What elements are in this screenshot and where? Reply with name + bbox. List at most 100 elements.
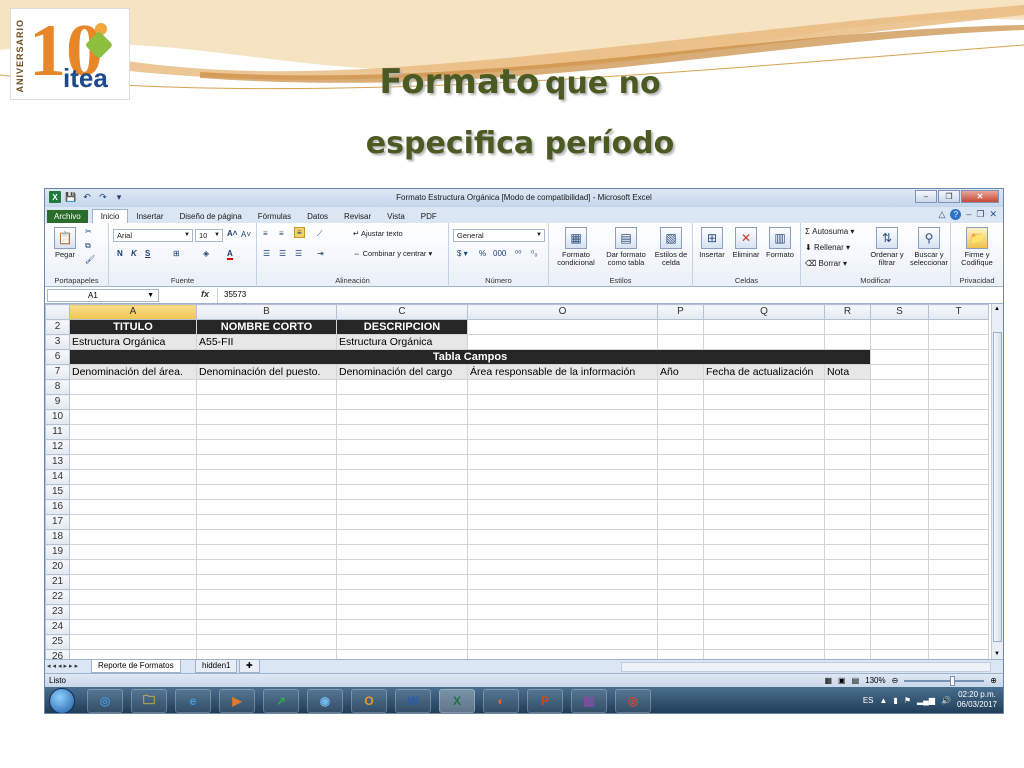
cell[interactable] <box>69 544 197 560</box>
cell[interactable] <box>824 469 871 485</box>
zoom-level[interactable]: 130% <box>865 676 885 685</box>
cell[interactable] <box>196 394 337 410</box>
cell[interactable] <box>657 634 704 650</box>
cell[interactable] <box>824 394 871 410</box>
cell[interactable] <box>336 619 468 635</box>
cell[interactable] <box>928 379 989 395</box>
volume-icon[interactable]: 🔊 <box>941 696 951 705</box>
cell[interactable] <box>870 484 929 500</box>
cell[interactable] <box>870 649 929 659</box>
cell[interactable] <box>467 619 658 635</box>
underline-button[interactable]: S <box>145 249 150 258</box>
cell[interactable] <box>928 394 989 410</box>
cell-field-cargo[interactable]: Denominación del cargo <box>336 364 468 380</box>
tab-vista[interactable]: Vista <box>379 210 413 223</box>
cell[interactable] <box>703 574 825 590</box>
cell[interactable] <box>928 424 989 440</box>
cell[interactable] <box>703 409 825 425</box>
cell[interactable] <box>336 469 468 485</box>
column-header[interactable]: B <box>196 304 337 320</box>
cell[interactable] <box>703 439 825 455</box>
cell[interactable] <box>928 409 989 425</box>
name-box-dropdown-icon[interactable]: ▼ <box>147 290 154 301</box>
cell[interactable] <box>196 484 337 500</box>
cell[interactable] <box>824 379 871 395</box>
cell[interactable] <box>467 514 658 530</box>
cell[interactable] <box>928 634 989 650</box>
doc-minimize-icon[interactable]: – <box>966 209 971 220</box>
cell[interactable] <box>657 469 704 485</box>
cell[interactable] <box>196 454 337 470</box>
cell-field-area-responsable[interactable]: Área responsable de la información <box>467 364 658 380</box>
tray-expand-icon[interactable]: ▲ <box>880 696 888 705</box>
number-format-select[interactable]: General ▼ <box>453 229 545 242</box>
conditional-format-button[interactable]: ▦ Formato condicional <box>551 227 601 267</box>
cell[interactable] <box>928 484 989 500</box>
sort-filter-button[interactable]: ⇅ Ordenar y filtrar <box>867 227 907 267</box>
cell[interactable] <box>657 424 704 440</box>
cell[interactable] <box>703 514 825 530</box>
cell[interactable] <box>870 364 929 380</box>
thousands-icon[interactable]: 000 <box>493 249 506 258</box>
align-bottom-icon[interactable]: ≡ <box>294 227 305 238</box>
cell[interactable] <box>657 559 704 575</box>
cell[interactable] <box>467 454 658 470</box>
cell[interactable] <box>870 409 929 425</box>
cell[interactable] <box>467 484 658 500</box>
sheet-tab-reporte[interactable]: Reporte de Formatos <box>91 660 181 673</box>
borders-icon[interactable]: ⊞ <box>173 249 180 258</box>
clear-button[interactable]: ⌫ Borrar ▾ <box>805 259 847 268</box>
cell[interactable] <box>870 544 929 560</box>
cell[interactable] <box>69 619 197 635</box>
cell[interactable] <box>870 604 929 620</box>
cell[interactable] <box>69 439 197 455</box>
row-header[interactable]: 19 <box>45 544 70 560</box>
wifi-icon[interactable]: ◉ <box>307 689 343 713</box>
cell[interactable] <box>657 394 704 410</box>
cell[interactable] <box>467 394 658 410</box>
cell-tabla-campos-merged[interactable]: Tabla Campos <box>69 349 871 365</box>
cell[interactable] <box>69 634 197 650</box>
cell[interactable] <box>196 529 337 545</box>
cell[interactable] <box>467 499 658 515</box>
cell[interactable] <box>657 544 704 560</box>
new-sheet-icon[interactable]: ✚ <box>239 660 260 673</box>
cell[interactable] <box>196 574 337 590</box>
cell[interactable] <box>467 379 658 395</box>
row-header[interactable]: 24 <box>45 619 70 635</box>
row-header[interactable]: 16 <box>45 499 70 515</box>
scroll-up-icon[interactable]: ▲ <box>994 306 1000 312</box>
tab-datos[interactable]: Datos <box>299 210 336 223</box>
cut-icon[interactable]: ✂ <box>85 227 92 236</box>
column-header[interactable]: R <box>824 304 871 320</box>
cell[interactable] <box>928 349 989 365</box>
fill-button[interactable]: ⬇ Rellenar ▾ <box>805 243 850 252</box>
row-header[interactable]: 13 <box>45 454 70 470</box>
row-header[interactable]: 9 <box>45 394 70 410</box>
cell[interactable] <box>336 439 468 455</box>
tab-inicio[interactable]: Inicio <box>91 209 129 223</box>
align-center-icon[interactable]: ☰ <box>279 249 286 258</box>
cell[interactable] <box>336 589 468 605</box>
cell[interactable] <box>703 484 825 500</box>
normal-view-icon[interactable]: ▦ <box>824 676 832 685</box>
cell[interactable] <box>870 469 929 485</box>
page-break-icon[interactable]: ▤ <box>852 676 860 685</box>
delete-cells-button[interactable]: ✕ Eliminar <box>729 227 763 259</box>
cell[interactable] <box>824 514 871 530</box>
vertical-scroll-thumb[interactable] <box>993 332 1002 642</box>
cell[interactable] <box>824 649 871 659</box>
cell[interactable] <box>928 544 989 560</box>
cell[interactable] <box>69 529 197 545</box>
cell[interactable] <box>69 424 197 440</box>
tab-diseno-pagina[interactable]: Diseño de página <box>172 210 250 223</box>
align-right-icon[interactable]: ☰ <box>295 249 302 258</box>
increase-decimal-icon[interactable]: ⁰⁰ <box>515 249 521 258</box>
cell[interactable] <box>336 379 468 395</box>
row-header[interactable]: 23 <box>45 604 70 620</box>
cell[interactable] <box>196 514 337 530</box>
cell[interactable] <box>824 574 871 590</box>
cell[interactable] <box>703 469 825 485</box>
cell[interactable] <box>467 574 658 590</box>
cell[interactable] <box>196 469 337 485</box>
